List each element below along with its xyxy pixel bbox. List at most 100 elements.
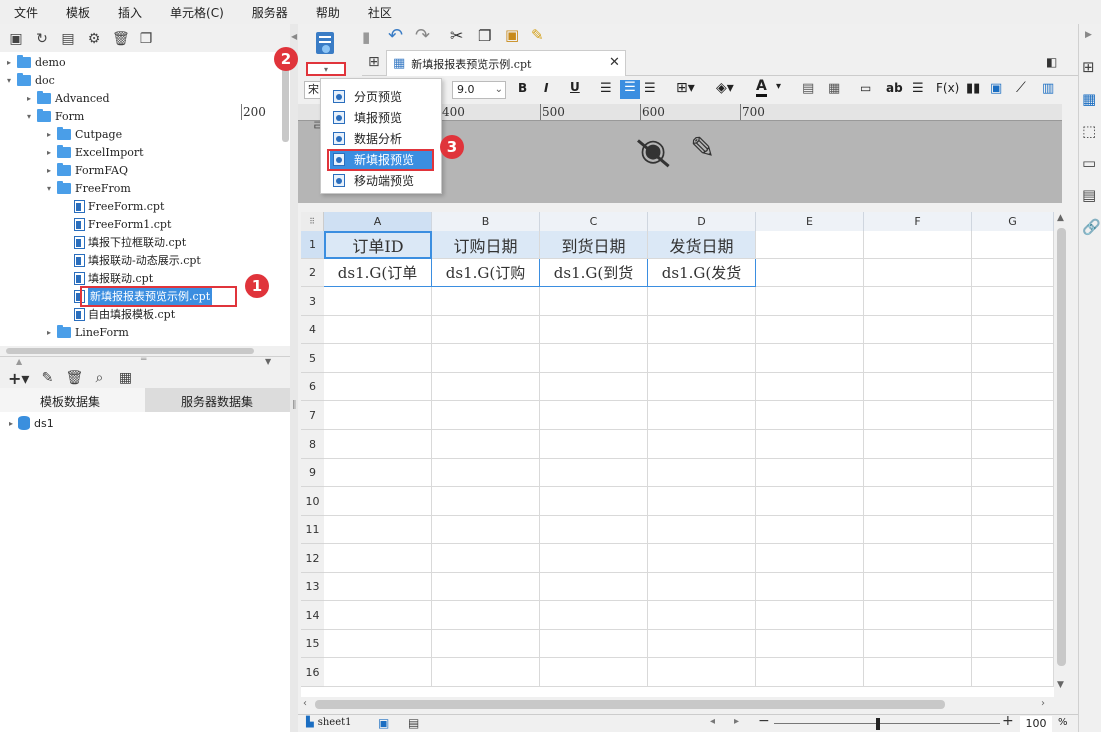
expanded-arrow-icon[interactable]: ▾ <box>4 76 14 85</box>
table-cell[interactable] <box>540 316 648 344</box>
row-header[interactable]: 12 <box>301 544 324 573</box>
table-cell[interactable] <box>540 344 648 373</box>
align-right-icon[interactable]: ☰ <box>644 81 656 96</box>
table-cell[interactable] <box>540 544 648 573</box>
column-header[interactable]: A <box>324 212 432 231</box>
table-cell[interactable] <box>432 459 540 487</box>
table-cell[interactable] <box>864 373 972 401</box>
column-header[interactable]: D <box>648 212 756 231</box>
table-cell[interactable] <box>756 459 864 487</box>
tree-folder[interactable]: ▸ FormFAQ <box>44 161 128 179</box>
collapsed-arrow-icon[interactable]: ▸ <box>44 130 54 139</box>
preview-dataset-icon[interactable]: ⌕ <box>91 370 107 386</box>
table-cell[interactable] <box>864 601 972 630</box>
menu-file[interactable]: 文件 <box>14 4 38 21</box>
data-cell[interactable]: ds1.G(订购 <box>432 259 540 287</box>
row-header[interactable]: 8 <box>301 430 324 459</box>
table-cell[interactable] <box>324 287 432 316</box>
table-cell[interactable] <box>324 487 432 516</box>
row-header[interactable]: 5 <box>301 344 324 373</box>
table-cell[interactable] <box>756 287 864 316</box>
table-cell[interactable] <box>756 430 864 459</box>
preview-dropdown-button[interactable]: ▾ <box>306 62 346 76</box>
font-color-icon[interactable]: A <box>756 79 767 97</box>
data-cell[interactable]: ds1.G(订单 <box>324 259 432 287</box>
table-cell[interactable] <box>648 287 756 316</box>
header-cell[interactable]: 发货日期 <box>648 231 756 259</box>
table-cell[interactable] <box>972 344 1054 373</box>
table-cell[interactable] <box>756 516 864 544</box>
table-cell[interactable] <box>864 259 972 287</box>
table-cell[interactable] <box>432 516 540 544</box>
table-cell[interactable] <box>324 459 432 487</box>
table-cell[interactable] <box>972 516 1054 544</box>
table-cell[interactable] <box>648 516 756 544</box>
table-cell[interactable] <box>756 344 864 373</box>
table-cell[interactable] <box>648 630 756 658</box>
row-header[interactable]: 16 <box>301 658 324 687</box>
expanded-arrow-icon[interactable]: ▾ <box>24 112 34 121</box>
table-cell[interactable] <box>432 630 540 658</box>
collapsed-arrow-icon[interactable]: ▸ <box>44 166 54 175</box>
menu-server[interactable]: 服务器 <box>252 4 288 21</box>
tree-file[interactable]: 填报联动-动态展示.cpt <box>64 251 201 269</box>
close-tab-icon[interactable]: ✕ <box>609 55 620 70</box>
table-cell[interactable] <box>864 573 972 601</box>
table-cell[interactable] <box>648 459 756 487</box>
table-cell[interactable] <box>972 544 1054 573</box>
table-cell[interactable] <box>864 516 972 544</box>
table-cell[interactable] <box>540 658 648 687</box>
table-cell[interactable] <box>540 573 648 601</box>
table-cell[interactable] <box>864 430 972 459</box>
prev-sheet-icon[interactable]: ◂ <box>710 716 715 727</box>
settings-icon[interactable]: ⚙ <box>86 31 102 47</box>
tab-server-dataset[interactable]: 服务器数据集 <box>145 388 290 412</box>
table-cell[interactable] <box>972 630 1054 658</box>
image-icon[interactable]: ▣ <box>990 81 1002 96</box>
zoom-in-icon[interactable]: + <box>1002 713 1014 729</box>
row-header[interactable]: 13 <box>301 573 324 601</box>
table-cell[interactable] <box>324 430 432 459</box>
vertical-scrollbar[interactable]: ▲ ▼ <box>1054 212 1069 694</box>
fill-color-icon[interactable]: ◈▾ <box>716 80 734 96</box>
table-cell[interactable] <box>756 658 864 687</box>
table-cell[interactable] <box>540 401 648 430</box>
row-header[interactable]: 3 <box>301 287 324 316</box>
table-cell[interactable] <box>324 344 432 373</box>
table-cell[interactable] <box>756 544 864 573</box>
tree-file[interactable]: 自由填报模板.cpt <box>64 305 175 323</box>
table-cell[interactable] <box>432 373 540 401</box>
table-cell[interactable] <box>972 487 1054 516</box>
table-cell[interactable] <box>648 658 756 687</box>
bold-icon[interactable]: B <box>518 81 527 95</box>
redo-icon[interactable]: ↷ <box>415 25 430 46</box>
data-cell[interactable]: ds1.G(发货 <box>648 259 756 287</box>
new-folder-icon[interactable]: ▣ <box>8 31 24 47</box>
table-cell[interactable] <box>324 601 432 630</box>
collapsed-arrow-icon[interactable]: ▸ <box>24 94 34 103</box>
row-header[interactable]: 10 <box>301 487 324 516</box>
header-cell[interactable]: 订单ID <box>324 231 432 259</box>
align-left-icon[interactable]: ☰ <box>600 81 612 96</box>
table-cell[interactable] <box>648 373 756 401</box>
table-cell[interactable] <box>972 459 1054 487</box>
column-header[interactable]: G <box>972 212 1054 231</box>
column-header[interactable]: C <box>540 212 648 231</box>
zoom-slider[interactable] <box>774 723 1000 724</box>
table-cell[interactable] <box>648 430 756 459</box>
add-sheet-icon[interactable]: ▣ <box>378 716 389 730</box>
zoom-out-icon[interactable]: − <box>758 713 770 729</box>
tab-template-dataset[interactable]: 模板数据集 <box>0 388 145 412</box>
row-header[interactable]: 9 <box>301 459 324 487</box>
table-cell[interactable] <box>756 259 864 287</box>
table-cell[interactable] <box>972 316 1054 344</box>
table-cell[interactable] <box>864 344 972 373</box>
expand-sidebar-icon[interactable]: ▶ <box>1085 30 1092 40</box>
table-cell[interactable] <box>540 430 648 459</box>
insert-ab-icon[interactable]: ab <box>886 81 903 95</box>
edit-icon[interactable]: ✎ <box>39 370 55 386</box>
column-header[interactable]: B <box>432 212 540 231</box>
merge-cells-icon[interactable]: ▤ <box>802 81 814 96</box>
cell-element-icon[interactable]: ⊞ <box>1082 58 1095 76</box>
table-cell[interactable] <box>324 316 432 344</box>
